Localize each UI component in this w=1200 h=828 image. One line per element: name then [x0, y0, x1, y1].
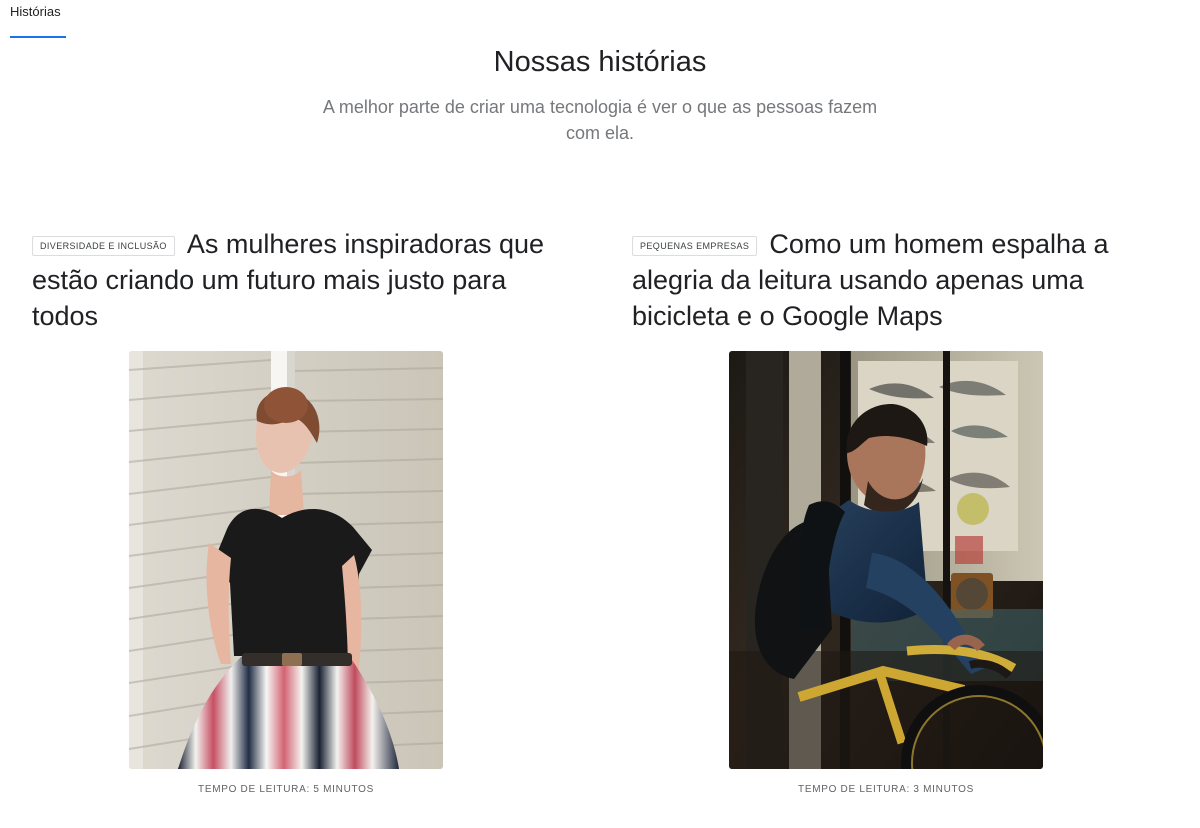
tab-historias[interactable]: Histórias	[10, 4, 66, 38]
story-title: Diversidade e inclusão As mulheres inspir…	[32, 226, 572, 334]
active-tab-indicator	[10, 36, 66, 38]
category-tag: Diversidade e inclusão	[32, 236, 175, 256]
story-image-link-bicycle[interactable]	[729, 351, 1043, 769]
tab-historias-label: Histórias	[10, 4, 61, 19]
page-header: Nossas histórias A melhor parte de criar…	[0, 43, 1200, 146]
reading-time: Tempo de leitura: 3 minutos	[798, 784, 974, 795]
story-title-link-bicycle[interactable]: Pequenas empresas Como um homem espalha a…	[632, 226, 1172, 334]
story-image-link-women[interactable]	[129, 351, 443, 769]
woman-portrait-photo	[129, 351, 443, 769]
story-title-link-women[interactable]: Diversidade e inclusão As mulheres inspir…	[32, 226, 572, 334]
man-bicycle-photo	[729, 351, 1043, 769]
story-card-bicycle: Pequenas empresas Como um homem espalha a…	[632, 226, 1172, 801]
page-title: Nossas histórias	[493, 46, 707, 78]
reading-time: Tempo de leitura: 5 minutos	[198, 784, 374, 795]
category-tag: Pequenas empresas	[632, 236, 758, 256]
story-card-women: Diversidade e inclusão As mulheres inspir…	[32, 226, 572, 801]
page-subtitle: A melhor parte de criar uma tecnologia é…	[322, 97, 878, 143]
stories-page: Histórias Nossas histórias A melhor part…	[0, 0, 1200, 828]
story-title: Pequenas empresas Como um homem espalha a…	[632, 226, 1172, 334]
